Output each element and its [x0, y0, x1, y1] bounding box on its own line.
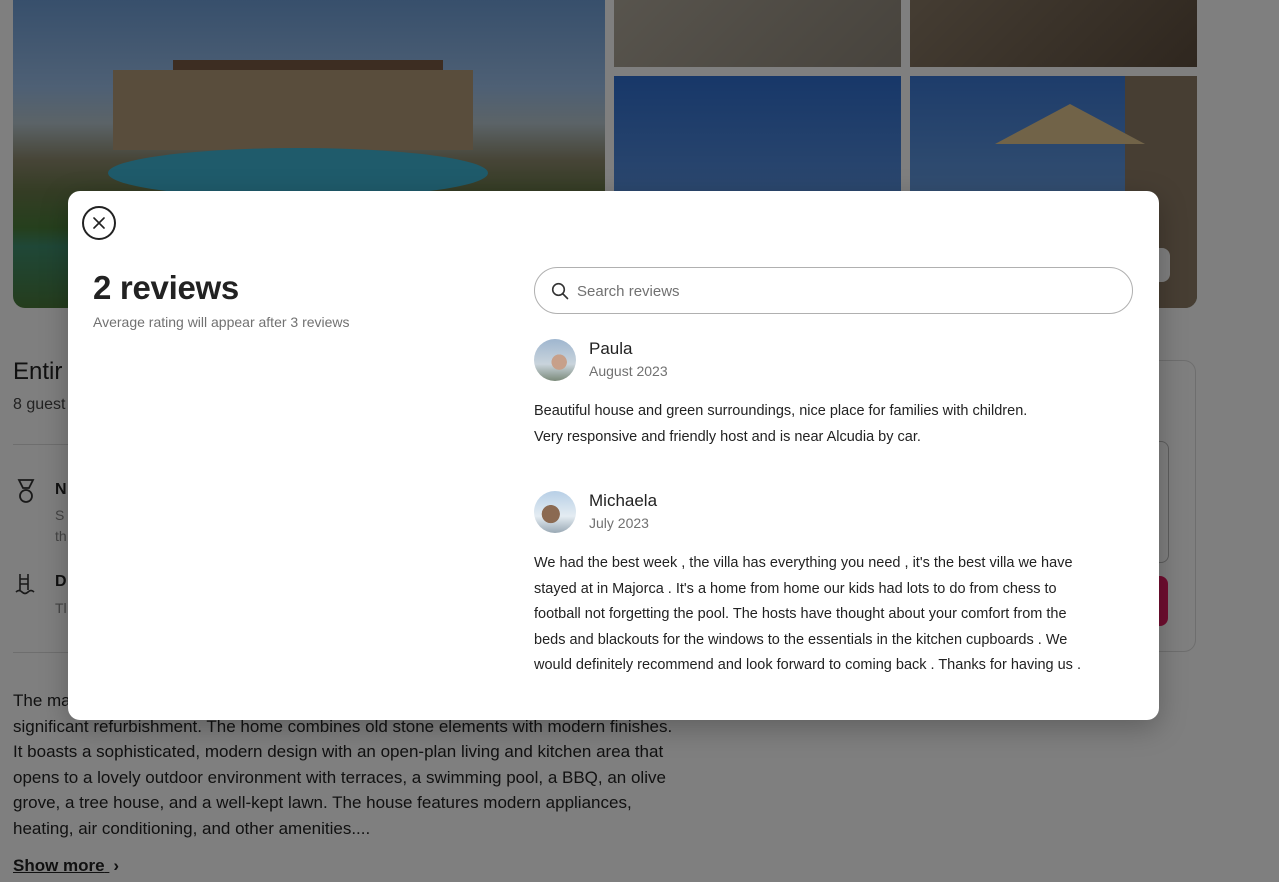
review-date: July 2023	[589, 515, 649, 531]
search-reviews-input[interactable]	[575, 268, 1119, 315]
reviewer-name: Paula	[589, 339, 633, 358]
reviewer-name: Michaela	[589, 491, 658, 510]
reviews-modal: 2 reviews Average rating will appear aft…	[68, 191, 1159, 720]
search-reviews-field[interactable]	[534, 267, 1133, 315]
avatar[interactable]	[534, 339, 576, 381]
review-line: Very responsive and friendly host and is…	[534, 428, 921, 445]
close-icon	[93, 217, 105, 229]
review-line: would definitely recommend and look forw…	[534, 657, 1081, 673]
reviews-count-title: 2 reviews	[93, 269, 239, 306]
review-line: We had the best week , the villa has eve…	[534, 555, 1073, 571]
search-icon	[551, 282, 569, 300]
avatar[interactable]	[534, 491, 576, 533]
review-line: Beautiful house and green surroundings, …	[534, 403, 1028, 419]
review-line: football not forgetting the pool. The ho…	[534, 606, 1067, 622]
close-button[interactable]	[82, 206, 116, 240]
rating-note: Average rating will appear after 3 revie…	[93, 314, 350, 330]
review-text: We had the best week , the villa has eve…	[534, 551, 1124, 679]
review-line: beds and blackouts for the windows to th…	[534, 631, 1068, 648]
review-text: Beautiful house and green surroundings, …	[534, 399, 1124, 450]
review-line: stayed at in Majorca . It's a home from …	[534, 580, 1057, 597]
review-date: August 2023	[589, 363, 668, 379]
